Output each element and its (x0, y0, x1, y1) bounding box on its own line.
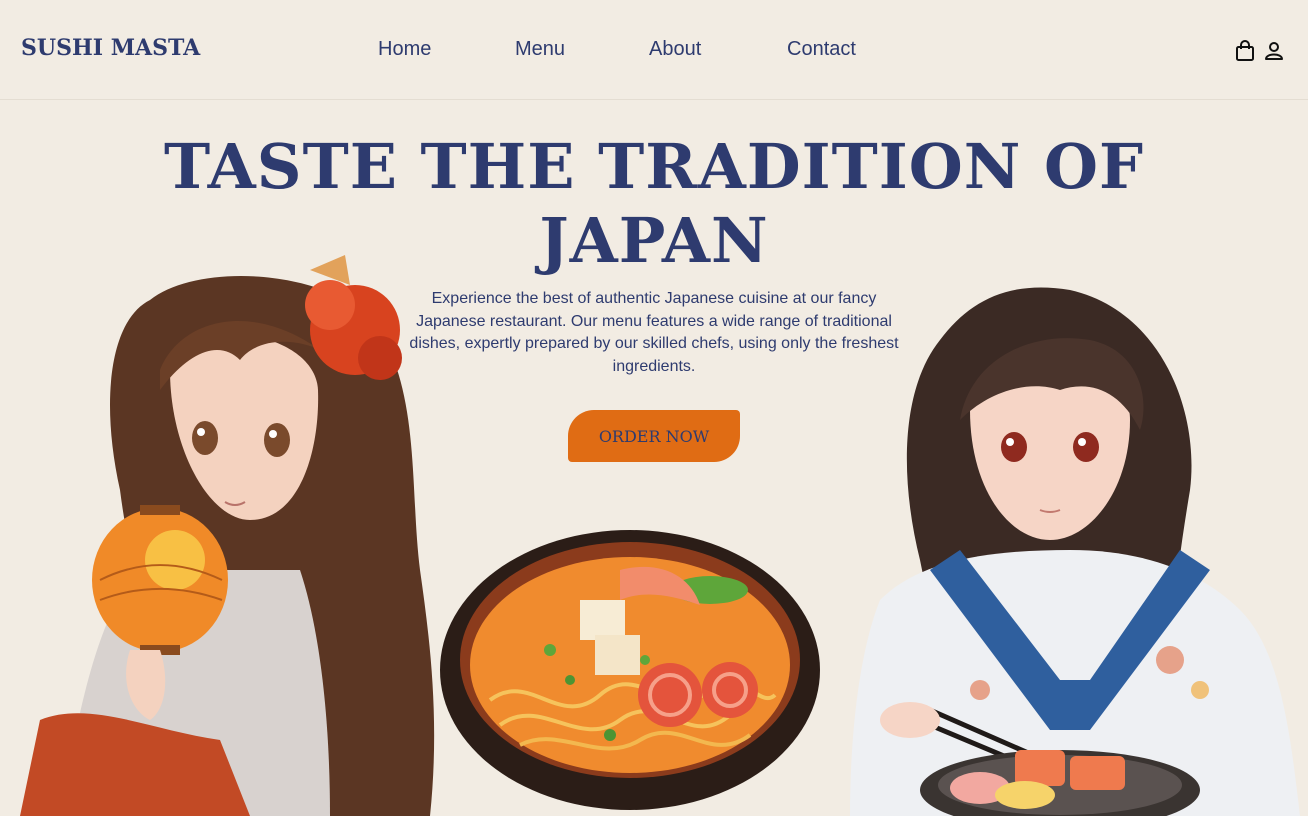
ramen-bowl-illustration (440, 530, 820, 810)
girl-in-kimono-illustration (850, 287, 1300, 816)
nav-link-menu[interactable]: Menu (515, 38, 565, 61)
hero-title-line-1: TASTE THE TRADITION OF (163, 130, 1145, 203)
girl-with-lantern-illustration (20, 255, 435, 816)
nav-link-home[interactable]: Home (378, 38, 431, 61)
shopping-bag-icon[interactable] (1234, 40, 1256, 62)
navbar: SUSHI MASTA Home Menu About Contact (0, 0, 1308, 100)
nav-link-contact[interactable]: Contact (787, 38, 856, 61)
order-now-label: ORDER NOW (598, 426, 710, 446)
nav-link-about[interactable]: About (649, 38, 701, 61)
user-icon[interactable] (1263, 40, 1285, 62)
order-now-button[interactable]: ORDER NOW (568, 410, 740, 462)
logo[interactable]: SUSHI MASTA (21, 35, 200, 61)
